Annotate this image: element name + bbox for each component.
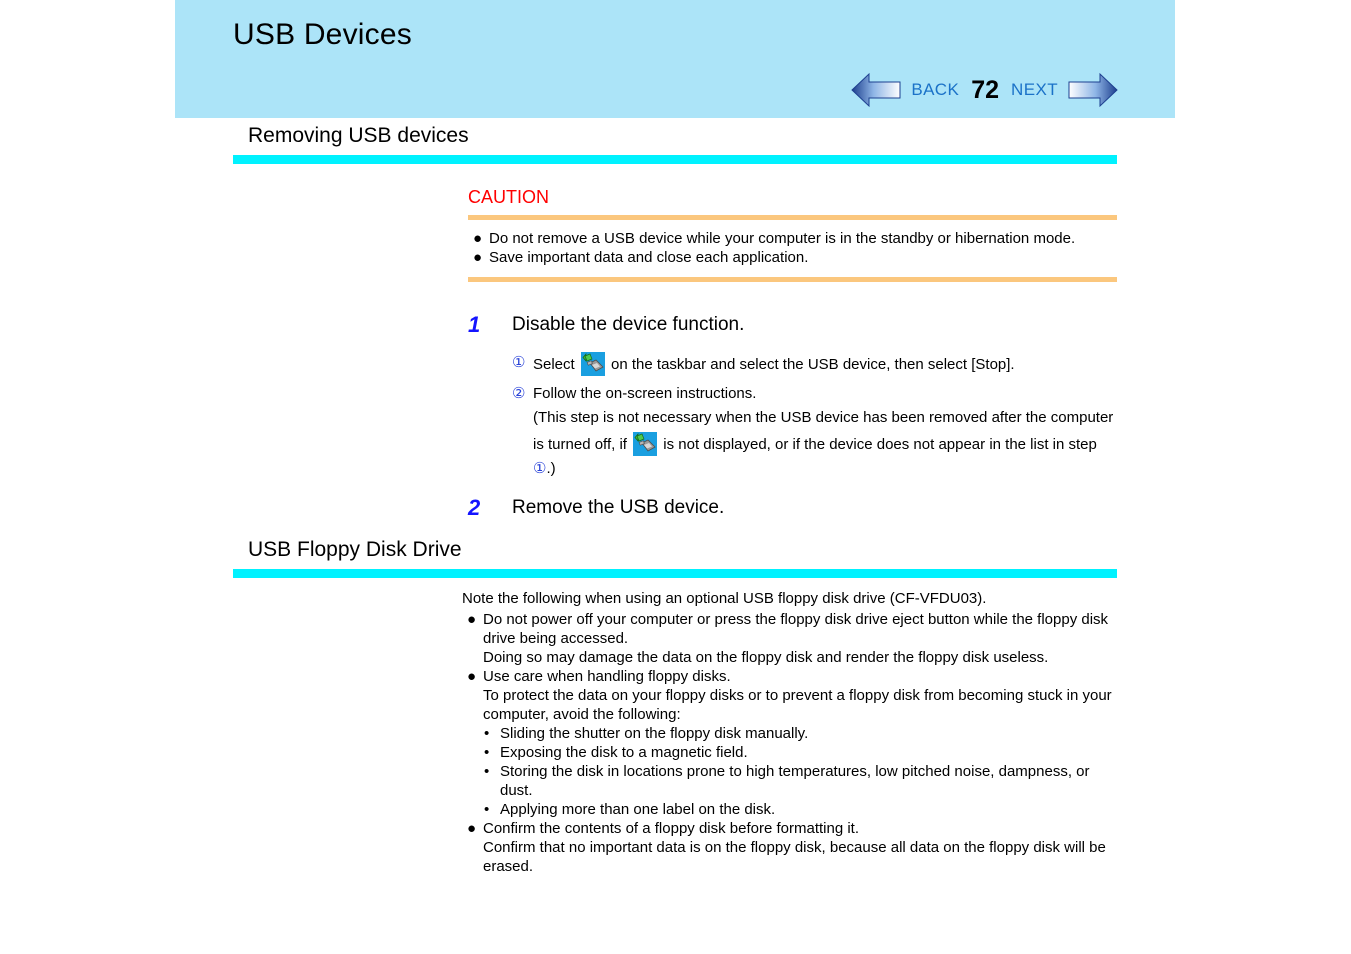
step-1: 1 Disable the device function. [468,312,1117,338]
caution-body: ● Do not remove a USB device while your … [468,220,1117,277]
step-text: Disable the device function. [512,314,745,335]
arrow-left-icon[interactable] [850,71,902,109]
sub-list-item: • Exposing the disk to a magnetic field. [484,743,1117,762]
sub-bullet-icon: • [484,800,490,818]
sub-bullet-icon: • [484,743,490,761]
bullet-icon: ● [473,230,483,247]
substep-text-part: Select [533,356,579,373]
sub-list-item: • Applying more than one label on the di… [484,800,1117,819]
section-heading-usb-floppy-disk-drive: USB Floppy Disk Drive [233,538,1117,578]
safely-remove-hardware-icon[interactable] [633,432,658,456]
bullet-icon: ● [467,610,477,628]
substep-2: ② Follow the on-screen instructions. (Thi… [512,383,1117,479]
list-item-followup: To protect the data on your floppy disks… [462,686,1117,724]
step-text: Remove the USB device. [512,497,725,518]
list-item-text: Save important data and close each appli… [489,249,809,266]
sub-bullet-icon: • [484,724,490,742]
sub-list-item-text: Storing the disk in locations prone to h… [500,762,1090,799]
circled-number-1-icon: ① [512,354,526,371]
list-item-text: Do not power off your computer or press … [483,610,1109,647]
circled-number-2-icon: ② [512,385,526,402]
substep-text-part: is not displayed, or if the device does … [659,436,1097,453]
back-link[interactable]: BACK [902,80,968,100]
substep-text: Follow the on-screen instructions. (This … [533,383,1117,479]
caution-rule-bottom [468,277,1117,282]
page-number: 72 [971,75,1000,104]
caution-title: CAUTION [468,187,549,207]
sub-list-item: • Sliding the shutter on the floppy disk… [484,724,1117,743]
floppy-sub-list: • Sliding the shutter on the floppy disk… [484,724,1117,819]
procedure-steps: 1 Disable the device function. ① Select … [468,312,1117,523]
sub-list-item: • Storing the disk in locations prone to… [484,762,1117,800]
list-item-text: Confirm the contents of a floppy disk be… [483,819,860,837]
page-title: USB Devices [233,18,412,51]
section-underline [233,155,1117,164]
sub-list-item-text: Exposing the disk to a magnetic field. [500,743,748,761]
safely-remove-hardware-icon[interactable] [580,352,605,376]
section-heading-removing-usb-devices: Removing USB devices [233,124,1117,164]
sub-list-item-text: Sliding the shutter on the floppy disk m… [500,724,809,742]
step-number: 1 [468,312,481,337]
substep-text-part: Follow the on-screen instructions. [533,385,757,402]
section-title: USB Floppy Disk Drive [248,538,462,561]
list-item-followup: Doing so may damage the data on the flop… [462,648,1117,667]
list-item-text: Use care when handling floppy disks. [483,667,731,685]
substep-text: Select on the taskbar and select the USB… [533,352,1117,376]
bullet-icon: ● [473,249,483,266]
sub-list-item-text: Applying more than one label on the disk… [500,800,776,818]
list-item-followup: Confirm that no important data is on the… [462,838,1117,876]
list-item-text: Do not remove a USB device while your co… [489,230,1076,247]
page-navigation: BACK 72 NEXT [850,70,1119,110]
floppy-notes: Note the following when using an optiona… [462,589,1117,876]
section-underline [233,569,1117,578]
step-number: 2 [468,495,481,520]
list-item: ● Confirm the contents of a floppy disk … [462,819,1117,838]
caution-box: CAUTION ● Do not remove a USB device whi… [468,186,1117,282]
arrow-right-icon[interactable] [1067,71,1119,109]
circled-number-1-inline-icon: ① [533,460,547,477]
sub-bullet-icon: • [484,762,490,780]
step-1-substeps: ① Select on the taskbar and select the U… [512,352,1117,479]
substep-1: ① Select on the taskbar and select the U… [512,352,1117,376]
substep-text-part: on the taskbar and select the USB device… [606,356,1015,373]
list-item-followup-text: Confirm that no important data is on the… [483,838,1106,875]
list-item-followup-text: Doing so may damage the data on the flop… [483,648,1049,666]
bullet-icon: ● [467,819,477,837]
list-item: ● Use care when handling floppy disks. [462,667,1117,686]
next-link[interactable]: NEXT [1002,80,1067,100]
section-title: Removing USB devices [248,124,469,147]
list-item: ● Save important data and close each app… [468,248,1117,267]
list-item-followup-text: To protect the data on your floppy disks… [483,686,1112,723]
list-item: ● Do not power off your computer or pres… [462,610,1117,648]
floppy-intro: Note the following when using an optiona… [462,590,987,607]
bullet-icon: ● [467,667,477,685]
list-item: ● Do not remove a USB device while your … [468,229,1117,248]
substep-text-part: .) [546,460,556,477]
step-2: 2 Remove the USB device. [468,495,1117,521]
